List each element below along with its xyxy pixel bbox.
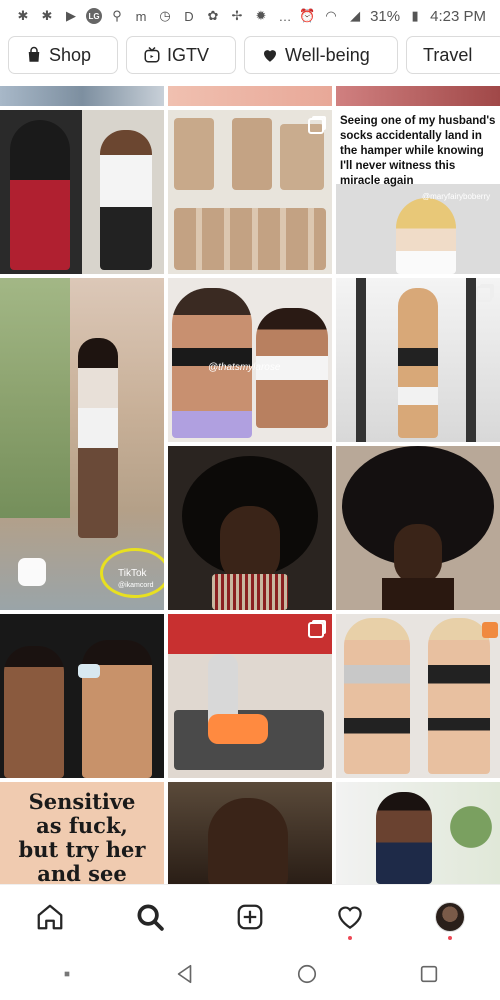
bottom-navigation (0, 884, 500, 948)
battery-icon: ▮ (411, 8, 419, 23)
status-icons-left: ✱ ✱ ▶ LG ⚲ m ◷ D ✿ ✢ ✹ … (14, 7, 294, 25)
slack-icon: ✱ (17, 8, 29, 23)
tiktok-label: TikTok (118, 568, 147, 579)
battery-level: 31% (370, 7, 401, 25)
settings-icon: ✹ (255, 8, 267, 23)
multiple-photos-icon (308, 622, 324, 638)
grid-tile[interactable] (336, 446, 500, 610)
quote-line: and see (37, 861, 127, 885)
home-button-icon[interactable] (296, 963, 318, 985)
nav-new-post[interactable] (225, 892, 275, 942)
clock-time: 4:23 PM (430, 7, 486, 25)
grid-tile[interactable] (0, 110, 164, 274)
shopping-bag-icon (28, 46, 40, 62)
multiple-photos-icon (308, 118, 324, 134)
grid-tile[interactable] (0, 614, 164, 778)
nav-search[interactable] (125, 892, 175, 942)
meme-text: Seeing one of my husband's socks acciden… (340, 115, 496, 187)
quote-text: Sensitive as fuck, but try her and see (0, 789, 164, 885)
heart-outline-icon (338, 905, 362, 929)
alarm-icon: ⏰ (299, 8, 316, 23)
photo-watermark: @thatsmylarose (208, 362, 281, 373)
grid-tile[interactable]: @thatsmylarose (168, 278, 332, 442)
avatar (435, 901, 465, 932)
youtube-icon: ▶ (66, 8, 76, 23)
quote-line: Sensitive (28, 789, 136, 814)
disney-icon: D (184, 8, 194, 24)
wifi-icon: ◠ (325, 8, 337, 23)
nav-activity[interactable] (325, 892, 375, 942)
tiktok-user: @ikamcord (118, 582, 154, 589)
multiple-photos-icon (476, 286, 492, 302)
pinwheel-icon: ✢ (231, 8, 243, 23)
heart-icon (264, 50, 276, 62)
grid-tile[interactable] (168, 446, 332, 610)
notification-dot (448, 935, 452, 940)
recent-dot-icon (64, 971, 70, 977)
quote-line: as fuck, (36, 813, 128, 838)
notification-dot (348, 935, 352, 940)
meme-watermark: @maryfairyboberry (422, 192, 491, 201)
status-icons-right: ⏰ ◠ ◢ 31% ▮ 4:23 PM (298, 7, 486, 25)
grid-tile[interactable] (168, 614, 332, 778)
quote-line: but try her (18, 837, 146, 862)
chip-label: Shop (49, 44, 92, 65)
signal-icon: ◢ (350, 8, 361, 23)
grid-tile[interactable] (0, 86, 164, 106)
chip-label: Travel (423, 44, 473, 65)
search-icon (137, 904, 164, 931)
grid-tile[interactable] (336, 782, 500, 884)
grid-tile[interactable] (168, 110, 332, 274)
chip-travel[interactable]: Travel (406, 36, 500, 74)
topic-chips: Shop IGTV Well-being Travel (0, 36, 500, 80)
grid-tile[interactable]: Sensitive as fuck, but try her and see (0, 782, 164, 884)
carrier-icon: LG (86, 8, 102, 24)
grid-tile[interactable] (336, 278, 500, 442)
nav-home[interactable] (25, 892, 75, 942)
overview-icon[interactable] (418, 963, 440, 985)
chip-label: Well-being (285, 44, 370, 65)
status-bar: ✱ ✱ ▶ LG ⚲ m ◷ D ✿ ✢ ✹ … ⏰ ◠ ◢ 31% ▮ 4:2… (0, 0, 500, 32)
grid-tile[interactable] (336, 86, 500, 106)
grid-tile[interactable] (168, 782, 332, 884)
nav-profile[interactable] (425, 892, 475, 942)
grid-tile[interactable]: Seeing one of my husband's socks acciden… (336, 110, 500, 274)
grid-tile[interactable] (336, 614, 500, 778)
app-icon: ✿ (207, 8, 219, 23)
explore-grid: Seeing one of my husband's socks acciden… (0, 86, 500, 884)
clock-icon: ◷ (159, 8, 171, 23)
more-icon: … (278, 8, 292, 24)
plus-square-icon (237, 904, 263, 929)
chip-label: IGTV (167, 44, 210, 65)
chip-well-being[interactable]: Well-being (244, 36, 398, 74)
chip-shop[interactable]: Shop (8, 36, 118, 74)
mp-icon: m (135, 8, 147, 24)
running-icon: ⚲ (112, 8, 122, 23)
grid-tile[interactable] (168, 86, 332, 106)
home-icon (37, 904, 63, 929)
grid-tile[interactable]: TikTok @ikamcord (0, 278, 164, 610)
igtv-icon (144, 46, 160, 63)
slack-icon-2: ✱ (41, 8, 53, 23)
chip-igtv[interactable]: IGTV (126, 36, 236, 74)
system-navigation-bar (0, 948, 500, 1000)
back-icon[interactable] (174, 963, 196, 985)
